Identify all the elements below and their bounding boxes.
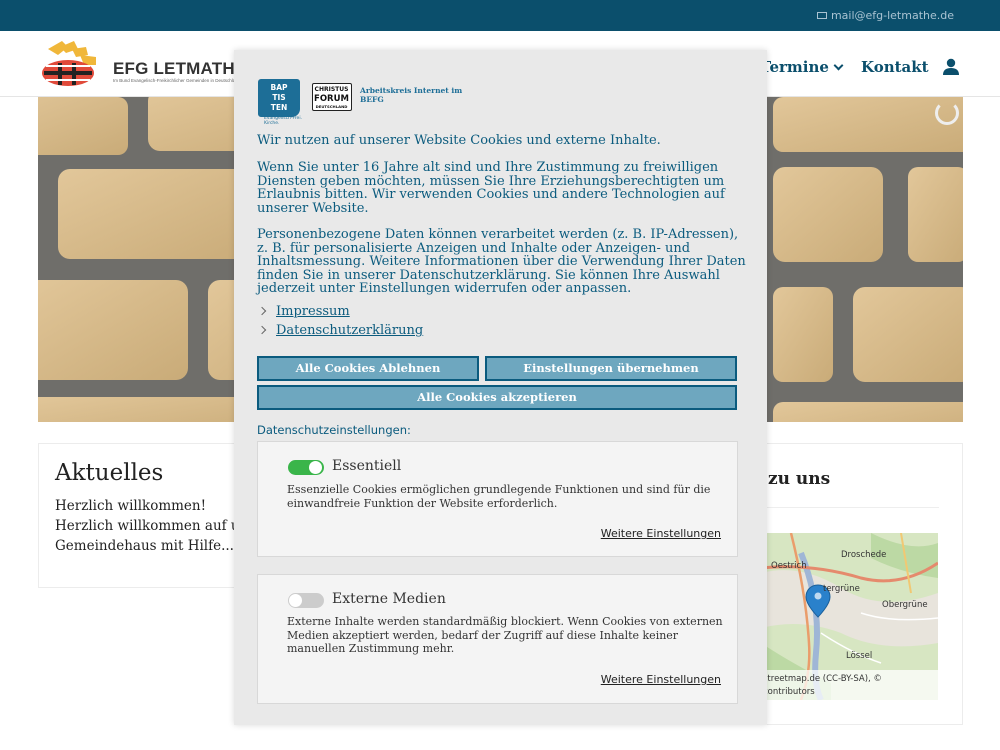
aktuelles-line-3: Gemeindehaus mit Hilfe... bbox=[55, 538, 234, 554]
top-bar: mail@efg-letmathe.de bbox=[0, 0, 1000, 31]
aktuelles-title: Aktuelles bbox=[55, 460, 164, 486]
essential-title: Essentiell bbox=[332, 458, 402, 474]
toggle-knob bbox=[289, 594, 302, 607]
nav-kontakt[interactable]: Kontakt bbox=[861, 58, 929, 76]
external-media-panel: Externe Medien Externe Inhalte werden st… bbox=[257, 574, 738, 704]
email-link[interactable]: mail@efg-letmathe.de bbox=[816, 9, 954, 22]
map-attribution[interactable]: streetmap.de (CC-BY-SA), © contributors bbox=[761, 670, 938, 700]
christus-forum-logo: CHRISTUS FORUM DEUTSCHLAND bbox=[312, 83, 352, 111]
external-more-settings-link[interactable]: Weitere Einstellungen bbox=[601, 673, 721, 686]
datenschutz-label: Datenschutzerklärung bbox=[276, 323, 424, 338]
forum-logo-line-1: CHRISTUS bbox=[314, 86, 349, 93]
impressum-link[interactable]: Impressum bbox=[257, 304, 350, 319]
envelope-icon bbox=[816, 12, 827, 19]
external-media-title: Externe Medien bbox=[332, 591, 446, 607]
map-label-oestrich: Oestrich bbox=[771, 561, 807, 571]
aktuelles-line-1: Herzlich willkommen! bbox=[55, 498, 207, 514]
impressum-label: Impressum bbox=[276, 304, 350, 319]
map-label-untergruene: tergrüne bbox=[823, 584, 860, 594]
cookie-intro: Wir nutzen auf unserer Website Cookies u… bbox=[257, 133, 661, 148]
user-icon[interactable] bbox=[942, 58, 960, 76]
loading-spinner-icon bbox=[935, 101, 959, 125]
external-media-toggle[interactable] bbox=[288, 593, 324, 608]
nav-termine-label: Termine bbox=[760, 58, 829, 76]
toggle-knob bbox=[309, 461, 322, 474]
map-credit-line-2: contributors bbox=[763, 687, 815, 697]
baptisten-logo-line-3: TEN bbox=[270, 103, 288, 112]
essential-more-settings-link[interactable]: Weitere Einstellungen bbox=[601, 527, 721, 540]
cookie-consent-dialog: BAP TIS TEN Evangelisch-Frei. Kirche. CH… bbox=[234, 50, 767, 725]
map-label-obergruene: Obergrüne bbox=[882, 600, 928, 610]
accept-all-button[interactable]: Alle Cookies akzeptieren bbox=[257, 385, 737, 410]
map-credit-line-1: streetmap.de (CC-BY-SA), © bbox=[763, 674, 882, 684]
datenschutz-link[interactable]: Datenschutzerklärung bbox=[257, 323, 424, 338]
map-label-loessel: Lössel bbox=[846, 651, 873, 661]
map-label-droschede: Droschede bbox=[841, 550, 887, 560]
nav-termine[interactable]: Termine bbox=[760, 58, 844, 76]
external-media-description: Externe Inhalte werden standardmäßig blo… bbox=[287, 615, 723, 655]
essential-description: Essenzielle Cookies ermöglichen grundleg… bbox=[287, 483, 711, 510]
forum-logo-line-2: FORUM bbox=[314, 94, 349, 104]
aktuelles-line-2: Herzlich willkommen auf un bbox=[55, 518, 249, 534]
cookie-paragraph-1: Wenn Sie unter 16 Jahre alt sind und Ihr… bbox=[257, 160, 725, 216]
email-text: mail@efg-letmathe.de bbox=[830, 9, 954, 22]
essential-cookies-panel: Essentiell Essenzielle Cookies ermöglich… bbox=[257, 441, 738, 557]
church-logo-icon[interactable] bbox=[40, 41, 100, 87]
map[interactable]: Droschede Oestrich tergrüne Obergrüne Lö… bbox=[761, 533, 938, 700]
directions-title: zu uns bbox=[768, 469, 831, 489]
logo-text[interactable]: EFG LETMATHE bbox=[113, 59, 246, 79]
cookie-paragraph-2: Personenbezogene Daten können verarbeite… bbox=[257, 227, 746, 296]
directions-card: zu uns Droschede Oestrich tergrüne Oberg… bbox=[740, 443, 963, 725]
arbeitskreis-logo-text: Arbeitskreis Internet im BEFG bbox=[360, 86, 463, 104]
baptisten-logo-line-2: TIS bbox=[272, 93, 286, 102]
baptisten-logo: BAP TIS TEN bbox=[258, 79, 300, 117]
logo-subtext: Im Bund Evangelisch-Freikirchlicher Geme… bbox=[113, 78, 243, 83]
forum-logo-line-3: DEUTSCHLAND bbox=[315, 104, 348, 109]
reject-all-button[interactable]: Alle Cookies Ablehnen bbox=[257, 356, 479, 381]
privacy-settings-label: Datenschutzeinstellungen: bbox=[257, 423, 411, 437]
baptisten-logo-line-1: BAP bbox=[270, 83, 288, 92]
divider bbox=[761, 507, 939, 508]
chevron-down-icon bbox=[833, 60, 844, 71]
chevron-right-icon bbox=[257, 306, 267, 316]
essential-toggle[interactable] bbox=[288, 460, 324, 475]
baptisten-tagline: Evangelisch-Frei. Kirche. bbox=[264, 116, 302, 126]
save-settings-button[interactable]: Einstellungen übernehmen bbox=[485, 356, 737, 381]
chevron-right-icon bbox=[257, 325, 267, 335]
